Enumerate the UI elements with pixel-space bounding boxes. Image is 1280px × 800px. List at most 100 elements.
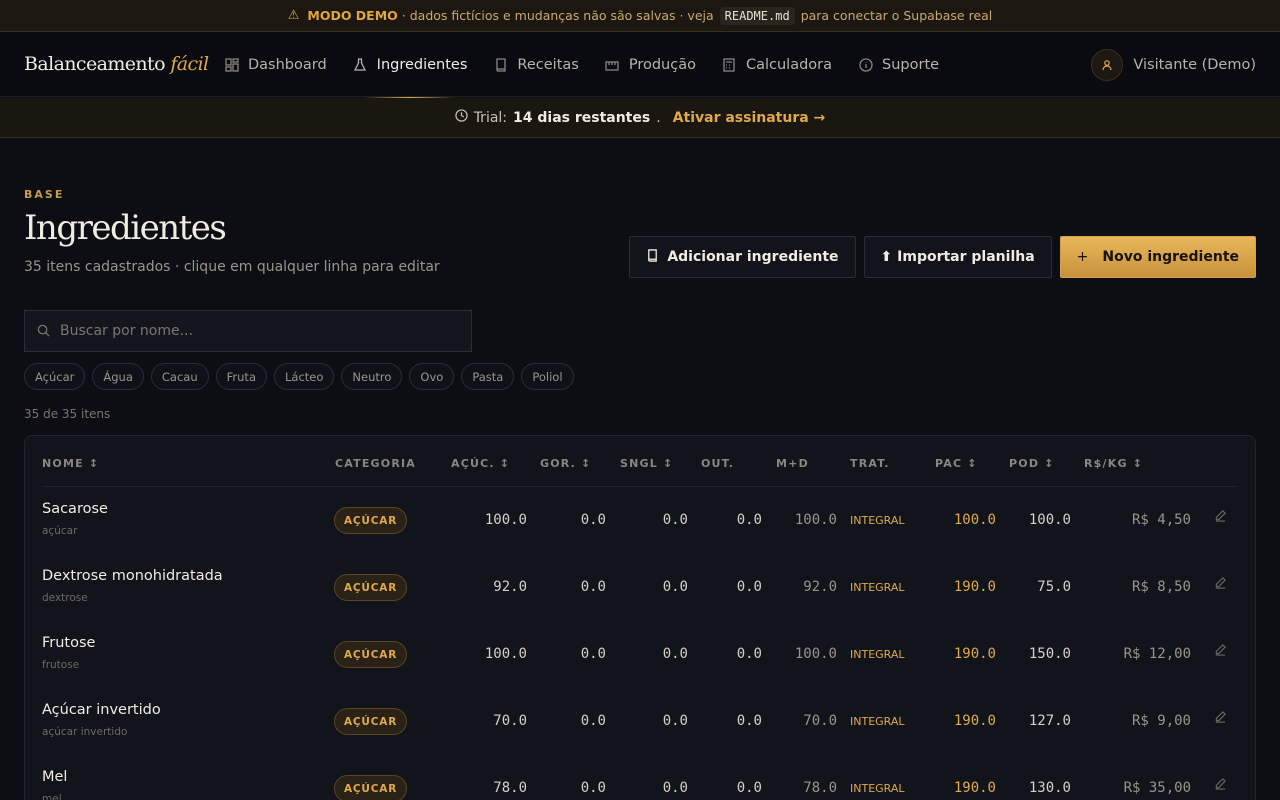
page-title: Ingredientes [24, 208, 227, 248]
book-icon [493, 58, 508, 73]
header-preco[interactable]: R$/KG ↕ [1084, 457, 1143, 470]
ingredient-name: Dextrose monohidratada [42, 568, 223, 584]
category-badge: AÇÚCAR [334, 507, 408, 534]
edit-icon[interactable] [1214, 576, 1227, 593]
nav-item-dashboard[interactable]: Dashboard [224, 33, 327, 97]
factory-icon [605, 58, 620, 73]
filter-chip-cacau[interactable]: Cacau [150, 363, 209, 390]
cell-acuc: 100.0 [484, 646, 527, 662]
item-count: 35 de 35 itens [24, 407, 111, 421]
warning-icon: ⚠ [287, 8, 300, 23]
cell-trat: INTEGRAL [850, 715, 905, 728]
cell-gor: 0.0 [580, 780, 606, 796]
table-row[interactable]: Sacarose açúcar AÇÚCAR 100.0 0.0 0.0 0.0 100.0 1… [25, 487, 1255, 554]
nav-item-calculadora[interactable]: Calculadora [722, 33, 832, 97]
nav-item-producao[interactable]: Produção [605, 33, 696, 97]
edit-icon[interactable] [1214, 509, 1227, 526]
cell-trat: INTEGRAL [850, 581, 905, 594]
cell-trat: INTEGRAL [850, 782, 905, 795]
category-badge: AÇÚCAR [334, 641, 408, 668]
header-outros: OUT. [701, 457, 735, 470]
table-row[interactable]: Açúcar invertido açúcar invertido AÇÚCAR 70… [25, 688, 1255, 755]
search-input[interactable] [60, 323, 440, 339]
cell-gor: 0.0 [580, 579, 606, 595]
header-acucar[interactable]: AÇÚC. ↕ [451, 457, 510, 470]
filter-chip-agua[interactable]: Água [92, 363, 144, 390]
add-ingredient-label: Adicionar ingrediente [667, 249, 839, 265]
table-row[interactable]: Frutose frutose AÇÚCAR 100.0 0.0 0.0 0.0 100.0 1… [25, 621, 1255, 688]
cell-sngl: 0.0 [662, 579, 688, 595]
trial-period: . [656, 109, 661, 126]
edit-icon[interactable] [1214, 643, 1227, 660]
nav-item-ingredientes[interactable]: Ingredientes [353, 33, 467, 98]
user-name: Visitante (Demo) [1133, 57, 1256, 73]
clock-icon [455, 109, 468, 126]
ingredient-alias: dextrose [42, 592, 88, 604]
filter-chip-acucar[interactable]: Açúcar [24, 363, 86, 390]
trial-banner: Trial: 14 dias restantes. Ativar assinat… [0, 98, 1280, 138]
cell-out: 0.0 [736, 512, 762, 528]
nav-item-suporte[interactable]: Suporte [858, 33, 939, 97]
new-ingredient-button[interactable]: + Novo ingrediente [1059, 236, 1256, 278]
cell-pac: 190.0 [953, 713, 996, 729]
filter-chip-fruta[interactable]: Fruta [215, 363, 267, 390]
header-trat: TRAT. [850, 457, 890, 470]
filter-chip-poliol[interactable]: Poliol [521, 363, 574, 390]
filter-chip-ovo[interactable]: Ovo [409, 363, 455, 390]
search-box [24, 310, 472, 352]
demo-banner: ⚠ MODO DEMO · dados fictícios e mudanças… [0, 0, 1280, 32]
brand-logo[interactable]: Balanceamento fácil [24, 53, 209, 75]
brand-accent: fácil [170, 53, 209, 75]
add-ingredient-button[interactable]: Adicionar ingrediente [629, 236, 856, 278]
cell-pac: 190.0 [953, 646, 996, 662]
cell-md: 78.0 [803, 780, 837, 796]
page-eyebrow: BASE [24, 188, 65, 201]
ingredient-alias: açúcar [42, 525, 78, 537]
cell-out: 0.0 [736, 579, 762, 595]
nav-label: Calculadora [745, 57, 833, 73]
cell-pac: 190.0 [953, 780, 996, 796]
filter-chip-lacteo[interactable]: Lácteo [274, 363, 335, 390]
cell-gor: 0.0 [580, 512, 606, 528]
book-icon [646, 248, 659, 266]
import-spreadsheet-button[interactable]: ⬆ Importar planilha [863, 236, 1052, 278]
table-row[interactable]: Dextrose monohidratada dextrose AÇÚCAR 92.0… [25, 554, 1255, 621]
cell-pac: 100.0 [953, 512, 996, 528]
cell-gor: 0.0 [580, 713, 606, 729]
brand-main: Balanceamento [24, 53, 166, 75]
cell-sngl: 0.0 [662, 512, 688, 528]
user-menu[interactable]: Visitante (Demo) [1091, 49, 1256, 81]
dashboard-icon [224, 58, 239, 73]
cell-price: R$ 8,50 [1131, 579, 1191, 595]
header-sngl[interactable]: SNGL ↕ [620, 457, 673, 470]
activate-subscription-link[interactable]: Ativar assinatura → [673, 110, 826, 126]
filter-chip-pasta[interactable]: Pasta [461, 363, 515, 390]
header-nome[interactable]: NOME ↕ [42, 457, 99, 470]
user-icon [1091, 49, 1124, 81]
cell-out: 0.0 [736, 780, 762, 796]
trial-prefix: Trial: [473, 109, 508, 126]
header-gordura[interactable]: GOR. ↕ [540, 457, 591, 470]
cell-acuc: 78.0 [493, 780, 527, 796]
page-subtitle: 35 itens cadastrados · clique em qualque… [24, 259, 440, 275]
cell-pac: 190.0 [953, 579, 996, 595]
header-categoria: CATEGORIA [335, 457, 417, 470]
page-actions: Adicionar ingrediente ⬆ Importar planilh… [629, 236, 1256, 278]
nav-label: Produção [628, 57, 696, 73]
edit-icon[interactable] [1214, 777, 1227, 794]
table-row[interactable]: Mel mel AÇÚCAR 78.0 0.0 0.0 0.0 78.0 190.0 130.0 I… [25, 755, 1255, 800]
filter-chip-neutro[interactable]: Neutro [341, 363, 403, 390]
calculator-icon [722, 58, 737, 73]
edit-icon[interactable] [1214, 710, 1227, 727]
header-pod[interactable]: POD ↕ [1009, 457, 1055, 470]
cell-sngl: 0.0 [662, 780, 688, 796]
cell-sngl: 0.0 [662, 713, 688, 729]
flask-icon [353, 58, 368, 73]
cell-acuc: 92.0 [493, 579, 527, 595]
header-pac[interactable]: PAC ↕ [935, 457, 978, 470]
header-md: M+D [776, 457, 809, 470]
ingredient-name: Sacarose [42, 501, 108, 517]
nav-item-receitas[interactable]: Receitas [493, 33, 579, 97]
cell-md: 70.0 [803, 713, 837, 729]
nav-label: Receitas [517, 57, 579, 73]
